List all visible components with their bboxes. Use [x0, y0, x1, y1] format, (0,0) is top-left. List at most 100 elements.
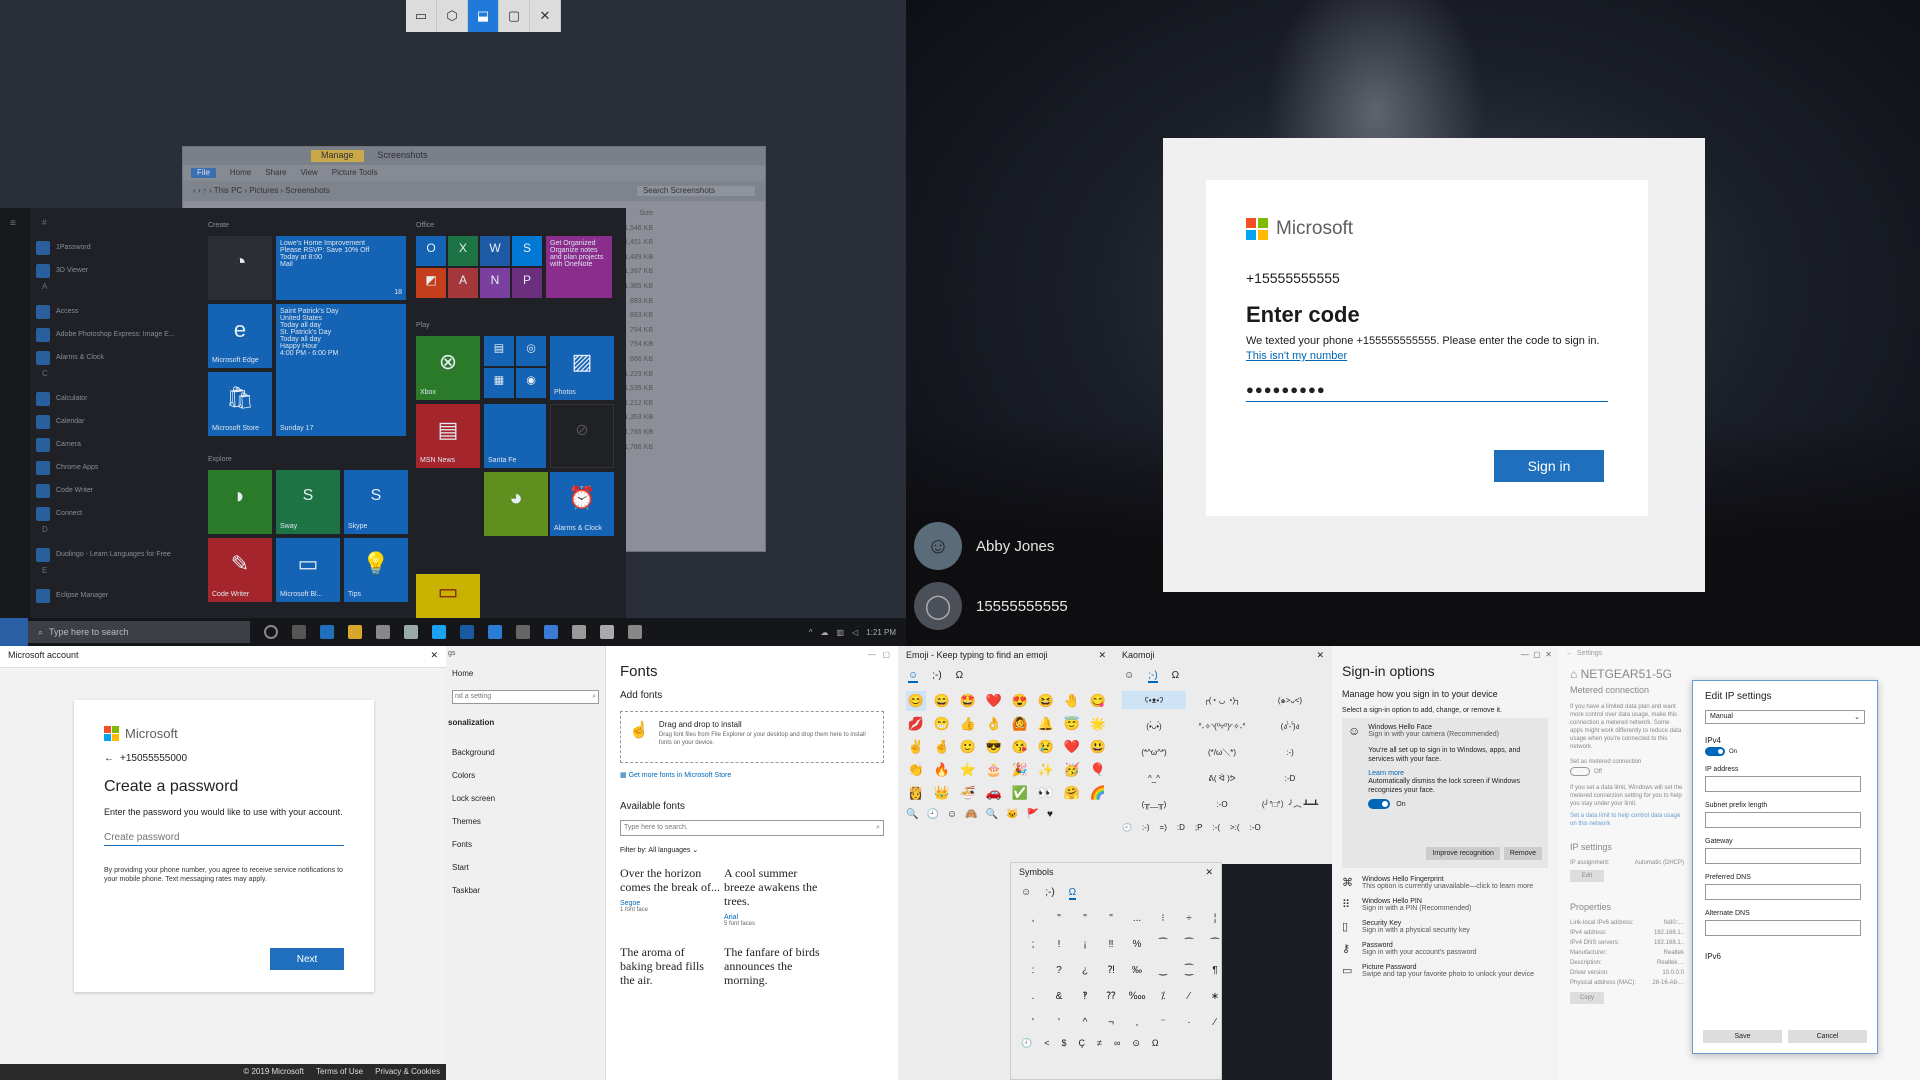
- tile-skype[interactable]: S Skype: [344, 470, 408, 534]
- app-list-item[interactable]: Alarms & Clock: [36, 346, 204, 369]
- symbol-cell[interactable]: ¬: [1099, 1012, 1123, 1032]
- symbol-cell[interactable]: ;: [1021, 934, 1045, 954]
- emoji-cell[interactable]: 😍: [1010, 691, 1030, 711]
- symbol-cell[interactable]: ¿: [1073, 960, 1097, 980]
- emoji-cell[interactable]: 🤩: [958, 691, 978, 711]
- tab-emoji[interactable]: ☺: [908, 670, 919, 683]
- tile-sway[interactable]: S Sway: [276, 470, 340, 534]
- app-list-item[interactable]: Eclipse Manager: [36, 584, 204, 607]
- tile-get-organized[interactable]: Get Organized Organize notes and plan pr…: [546, 236, 612, 298]
- emoji-cell[interactable]: 💋: [906, 714, 926, 734]
- folder-icon[interactable]: [348, 625, 362, 639]
- kaomoji-category-tab[interactable]: :-(: [1212, 823, 1220, 832]
- tile-xbox[interactable]: ⊗ Xbox: [416, 336, 480, 400]
- ribbon-file[interactable]: File: [191, 168, 216, 178]
- tile-tips[interactable]: 💡 Tips: [344, 538, 408, 602]
- app-group-letter[interactable]: A: [36, 282, 204, 300]
- emoji-cell[interactable]: 😊: [906, 691, 926, 711]
- symbol-cell[interactable]: ‽: [1073, 986, 1097, 1006]
- save-button[interactable]: Save: [1703, 1030, 1782, 1043]
- emoji-cell[interactable]: 🎉: [1010, 760, 1030, 780]
- emoji-cell[interactable]: 🥳: [1062, 760, 1082, 780]
- app-list-item[interactable]: Calendar: [36, 410, 204, 433]
- font-drop-zone[interactable]: ☝ Drag and drop to install Drag font fil…: [620, 711, 884, 763]
- maximize-icon[interactable]: ▢: [882, 650, 890, 659]
- cancel-button[interactable]: Cancel: [1788, 1030, 1867, 1043]
- tile-outlook[interactable]: O: [416, 236, 446, 266]
- hello-face-section[interactable]: ☺ Windows Hello Face Sign in with your c…: [1342, 718, 1548, 868]
- symbol-cell[interactable]: ¶: [1203, 960, 1227, 980]
- emoji-cell[interactable]: 😁: [932, 714, 952, 734]
- emoji-cell[interactable]: 😄: [932, 691, 952, 711]
- symbol-cell[interactable]: ∕: [1203, 1012, 1227, 1032]
- close-icon[interactable]: ✕: [430, 650, 438, 663]
- kaomoji-cell[interactable]: (╯°□°）╯︵ ┻━┻: [1258, 795, 1322, 813]
- emoji-cell[interactable]: 👑: [932, 783, 952, 803]
- back-arrow-icon[interactable]: ←: [104, 753, 114, 764]
- manage-tab[interactable]: Manage: [311, 150, 364, 162]
- app-icon[interactable]: [516, 625, 530, 639]
- emoji-cell[interactable]: 🌈: [1088, 783, 1108, 803]
- edit-button[interactable]: Edit: [1570, 870, 1604, 882]
- tile-weather[interactable]: Santa Fe: [484, 404, 546, 468]
- tab-kaomoji[interactable]: ;-): [932, 670, 941, 683]
- volume-icon[interactable]: ◁: [852, 628, 858, 637]
- symbol-category-tab[interactable]: <: [1044, 1038, 1049, 1049]
- font-sample-card[interactable]: A cool summer breeze awakens the trees. A…: [724, 866, 824, 927]
- app-list-item[interactable]: Code Writer: [36, 479, 204, 502]
- metered-toggle[interactable]: Off: [1570, 767, 1684, 776]
- tab-symbols[interactable]: Ω: [956, 670, 963, 683]
- symbol-cell[interactable]: ‰: [1125, 960, 1149, 980]
- emoji-cell[interactable]: 🎂: [984, 760, 1004, 780]
- kaomoji-category-tab[interactable]: =): [1160, 823, 1167, 832]
- tile-whiteboard[interactable]: ▭ Microsoft Bl...: [276, 538, 340, 602]
- app-list-item[interactable]: Calculator: [36, 387, 204, 410]
- symbol-cell[interactable]: ⁝: [1151, 908, 1175, 928]
- emoji-cell[interactable]: 🍜: [958, 783, 978, 803]
- tile-word[interactable]: W: [480, 236, 510, 266]
- ribbon-share[interactable]: Share: [265, 168, 286, 178]
- symbol-cell[interactable]: !: [1047, 934, 1071, 954]
- tile-calendar[interactable]: Saint Patrick's Day United States Today …: [276, 304, 406, 436]
- ip-field-input[interactable]: [1705, 848, 1861, 864]
- symbol-cell[interactable]: ?: [1047, 960, 1071, 980]
- tab-symbols[interactable]: Ω: [1172, 670, 1179, 683]
- symbol-cell[interactable]: ⁀: [1151, 934, 1175, 954]
- hamburger-icon[interactable]: ≡: [0, 208, 30, 239]
- ip-mode-select[interactable]: Manual ⌄: [1705, 710, 1865, 724]
- tile-headset[interactable]: ◗: [208, 470, 272, 534]
- minimize-icon[interactable]: —: [868, 650, 876, 659]
- kaomoji-category-tab[interactable]: 🕘: [1122, 823, 1132, 832]
- settings-nav-item[interactable]: Start: [446, 856, 605, 879]
- tile-onenote[interactable]: N: [480, 268, 510, 298]
- symbol-cell[interactable]: ⁻: [1151, 1012, 1175, 1032]
- symbol-cell[interactable]: ¦: [1203, 908, 1227, 928]
- tile-office[interactable]: ◩: [416, 268, 446, 298]
- tile-msn-news[interactable]: ▤ MSN News: [416, 404, 480, 468]
- kaomoji-category-tab[interactable]: :-): [1142, 823, 1150, 832]
- symbol-cell[interactable]: ‚: [1125, 1012, 1149, 1032]
- maximize-icon[interactable]: ▢: [1533, 650, 1541, 659]
- signin-option[interactable]: ⠿ Windows Hello PIN Sign in with a PIN (Re…: [1342, 898, 1548, 912]
- signin-option[interactable]: ⌘ Windows Hello Fingerprint This option is…: [1342, 876, 1548, 890]
- font-sample-card[interactable]: The aroma of baking bread fills the air.: [620, 945, 720, 993]
- cortana-icon[interactable]: [264, 625, 278, 639]
- close-icon[interactable]: ✕: [1316, 650, 1324, 664]
- ipv4-toggle[interactable]: On: [1705, 747, 1865, 756]
- emoji-cell[interactable]: 😃: [1088, 737, 1108, 757]
- font-sample-card[interactable]: Over the horizon comes the break of... Se…: [620, 866, 720, 927]
- outlook-icon[interactable]: [488, 625, 502, 639]
- snip-icon[interactable]: [600, 625, 614, 639]
- sign-in-button[interactable]: Sign in: [1494, 450, 1604, 482]
- symbol-category-tab[interactable]: ∞: [1114, 1038, 1120, 1049]
- chevron-up-icon[interactable]: ^: [809, 628, 813, 637]
- font-sample-card[interactable]: The fanfare of birds announces the morni…: [724, 945, 824, 993]
- symbol-cell[interactable]: ,: [1021, 908, 1045, 928]
- symbol-cell[interactable]: ': [1021, 1012, 1045, 1032]
- emoji-cell[interactable]: 😇: [1062, 714, 1082, 734]
- user-phone[interactable]: ◯ 15555555555: [914, 582, 1068, 630]
- tile-duolingo[interactable]: ◕: [484, 472, 548, 536]
- kaomoji-cell[interactable]: (•̀ᴗ•́): [1122, 717, 1186, 735]
- symbol-cell[interactable]: .: [1021, 986, 1045, 1006]
- ip-field-input[interactable]: [1705, 884, 1861, 900]
